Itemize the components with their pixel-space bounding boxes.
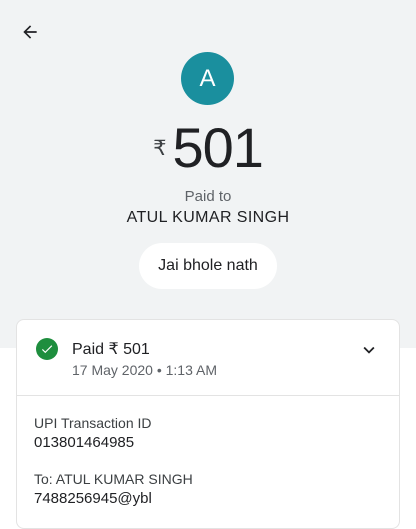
paid-to-label: Paid to (184, 188, 232, 205)
to-label: To: ATUL KUMAR SINGH (34, 471, 193, 487)
payee-name: ATUL KUMAR SINGH (126, 209, 290, 226)
payment-summary-area: A ₹ 501 Paid to ATUL KUMAR SINGH Jai bho… (0, 0, 416, 348)
currency-symbol: ₹ (153, 137, 167, 160)
expand-button[interactable] (357, 338, 381, 362)
transaction-id-value: 013801464985 (34, 434, 135, 451)
payee-avatar: A (181, 52, 234, 105)
payment-note-text: Jai bhole nath (158, 257, 258, 274)
check-circle-icon (36, 338, 58, 360)
status-title: Paid ₹ 501 (72, 341, 150, 358)
back-button[interactable] (14, 16, 46, 48)
transaction-card: Paid ₹ 501 17 May 2020 • 1:13 AM UPI Tra… (16, 319, 400, 529)
to-upi-id: 7488256945@ybl (34, 490, 152, 507)
arrow-back-icon (23, 25, 37, 39)
avatar-letter: A (199, 64, 216, 92)
chevron-down-icon (363, 346, 375, 354)
payment-note-chip: Jai bhole nath (139, 243, 277, 289)
payment-amount: 501 (172, 116, 263, 179)
status-date: 17 May 2020 • 1:13 AM (72, 362, 217, 378)
status-row[interactable]: Paid ₹ 501 17 May 2020 • 1:13 AM (17, 320, 399, 396)
transaction-id-label: UPI Transaction ID (34, 415, 152, 431)
amount-display: ₹ 501 (0, 118, 416, 178)
